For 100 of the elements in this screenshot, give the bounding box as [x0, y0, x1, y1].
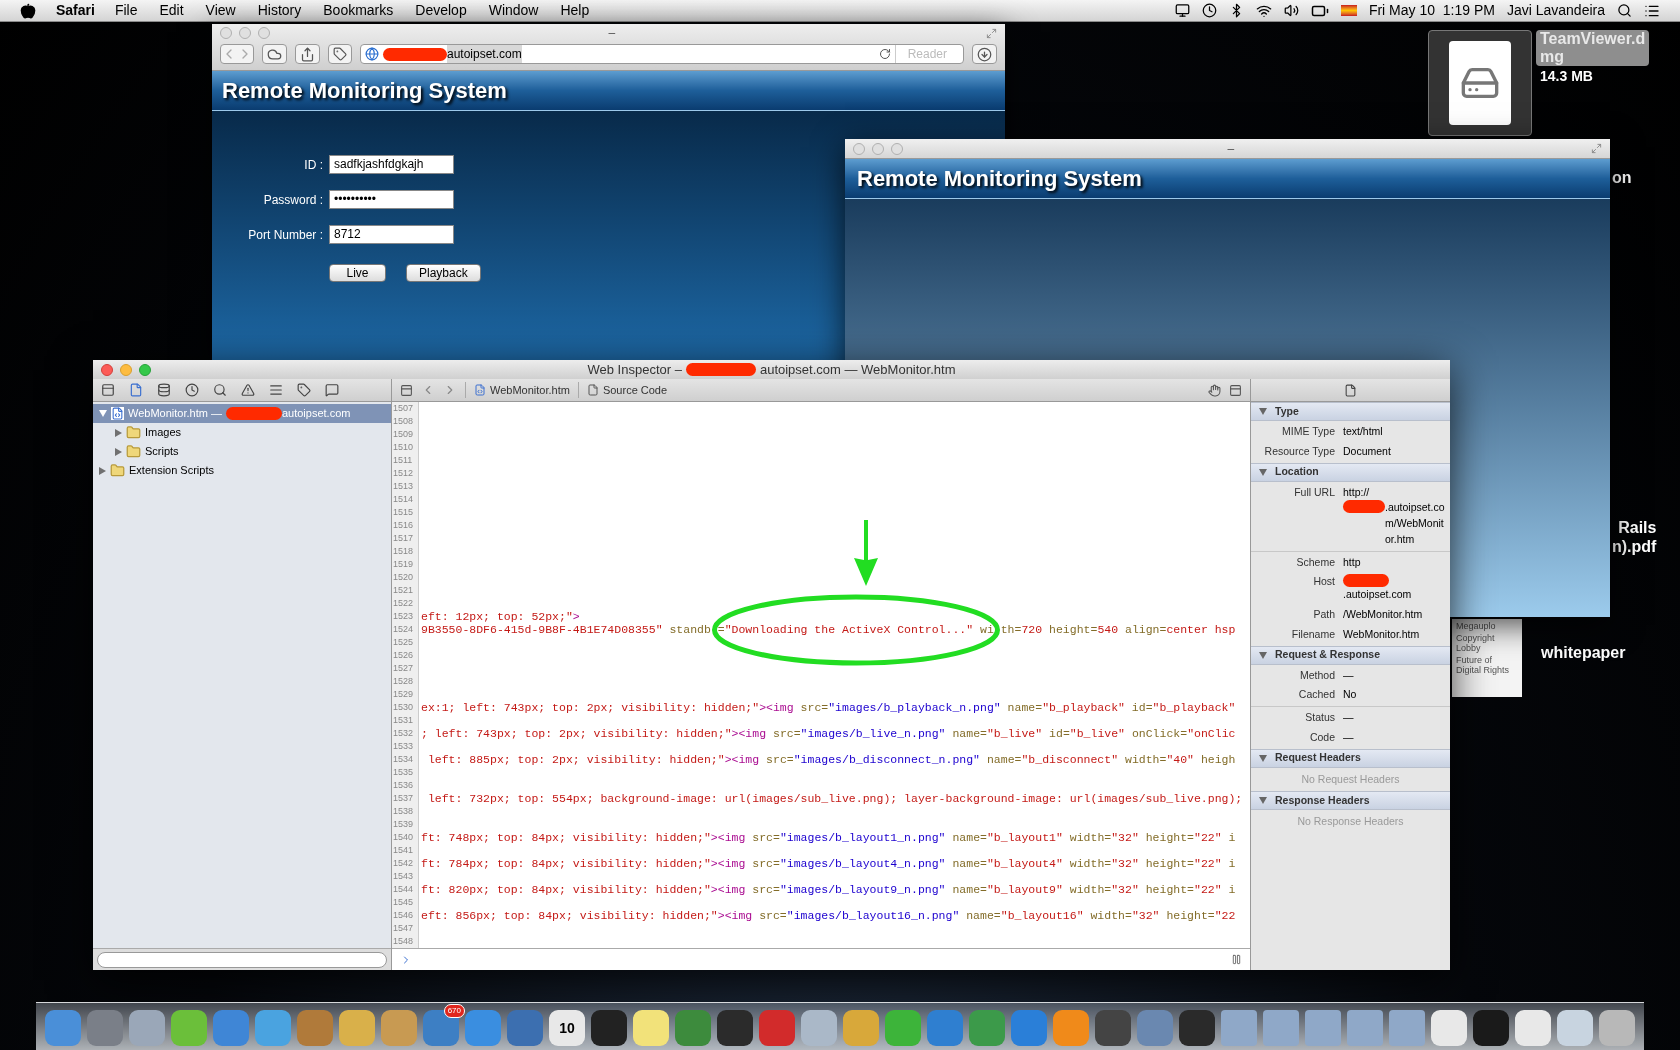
clock-icon[interactable]: [1201, 3, 1217, 18]
dock-app-icon[interactable]: [1473, 1010, 1509, 1046]
section-header[interactable]: Location: [1251, 462, 1450, 482]
dock-app-icon[interactable]: [1557, 1010, 1593, 1046]
dock-app-icon[interactable]: [1095, 1010, 1131, 1046]
section-header[interactable]: Request & Response: [1251, 645, 1450, 665]
disclosure-triangle-icon[interactable]: [1259, 408, 1267, 415]
breadcrumb-item[interactable]: Source Code: [602, 381, 668, 399]
tree-item[interactable]: Scripts: [93, 442, 391, 461]
volume-icon[interactable]: [1283, 3, 1299, 18]
disclosure-triangle-icon[interactable]: [1259, 797, 1267, 805]
code-line: ft: 748px; top: 84px; visibility: hidden;"><img src="images/b_layout1_n.png" name="b_layout1" width="32" height="22" i: [420, 831, 1236, 844]
dock-app-icon[interactable]: [1431, 1010, 1467, 1046]
line-number: 1535: [392, 766, 419, 779]
apple-menu-icon[interactable]: [20, 2, 36, 19]
tag-icon[interactable]: [333, 47, 347, 61]
hand-icon[interactable]: [1208, 383, 1221, 397]
file-name-label[interactable]: Rails n).pdf: [1612, 518, 1657, 556]
dock-app-icon[interactable]: 10: [549, 1010, 585, 1046]
dock-app-icon[interactable]: [339, 1010, 375, 1046]
section-header[interactable]: Request Headers: [1251, 748, 1450, 768]
line-number: 1509: [392, 428, 419, 441]
warning-icon[interactable]: [241, 383, 255, 397]
address-field[interactable]: autoipset.com Reader: [360, 44, 964, 64]
line-number: 1528: [392, 675, 419, 688]
reload-icon[interactable]: [878, 48, 891, 60]
disclosure-triangle-icon[interactable]: [1259, 468, 1267, 476]
code-line: left: 732px; top: 554px; background-image: url(images/sub_live.png); layer-background-image: url(images/sub_live.png);: [426, 792, 1243, 805]
dock-app-icon[interactable]: [591, 1010, 627, 1046]
line-number: 1541: [392, 844, 419, 857]
window-title: Web Inspector –: [587, 360, 682, 379]
dock-app-icon[interactable]: [1515, 1010, 1551, 1046]
line-number: 1538: [392, 805, 419, 818]
tree-item[interactable]: Extension Scripts: [93, 461, 391, 480]
disclosure-triangle-icon[interactable]: [1259, 651, 1267, 659]
line-number: 1507: [392, 402, 419, 415]
folder-icon: [126, 425, 141, 440]
document-thumbnail[interactable]: Megauplo Copyright Lobby Future of Digital Rights: [1452, 619, 1522, 697]
notification-badge: 670: [443, 1004, 465, 1018]
line-number: 1522: [392, 597, 419, 610]
file-icon[interactable]: [1344, 383, 1357, 397]
dock-app-icon[interactable]: [633, 1010, 669, 1046]
menu-item[interactable]: Bookmarks: [323, 0, 394, 21]
text-field[interactable]: ••••••••••: [329, 190, 454, 209]
tree-item[interactable]: Images: [93, 423, 391, 442]
menu-item[interactable]: Develop: [415, 0, 467, 21]
section-header[interactable]: Response Headers: [1251, 791, 1450, 811]
panel-icon[interactable]: [1229, 383, 1242, 397]
breadcrumb-item[interactable]: WebMonitor.htm: [490, 381, 570, 399]
download-icon[interactable]: [977, 46, 992, 62]
zoom-button[interactable]: [139, 363, 151, 376]
file-icon[interactable]: [129, 383, 143, 397]
database-icon[interactable]: [157, 383, 171, 397]
line-number: 1539: [392, 818, 419, 831]
user-name[interactable]: Javi Lavandeira: [1506, 0, 1605, 21]
line-number: 1510: [392, 441, 419, 454]
property-value: —: [1343, 729, 1354, 745]
panel-icon[interactable]: [400, 383, 413, 397]
dock-app-icon[interactable]: [1179, 1010, 1215, 1046]
form-button[interactable]: Live: [329, 264, 386, 282]
folder-icon: [110, 463, 125, 478]
flag-icon[interactable]: [1340, 5, 1357, 16]
close-button[interactable]: [101, 363, 113, 376]
panel-icon[interactable]: [101, 383, 115, 397]
disclosure-triangle-icon[interactable]: [1259, 754, 1267, 762]
property-value: .autoipset.com/WebMonitor.htm: [1385, 500, 1446, 547]
share-icon[interactable]: [300, 46, 315, 62]
line-number: 1529: [392, 688, 419, 701]
display-icon[interactable]: [1174, 3, 1190, 18]
menu-item[interactable]: File: [114, 0, 138, 21]
text-field[interactable]: sadfkjashfdgkajh: [329, 155, 454, 174]
disk-image-icon[interactable]: [1428, 30, 1532, 136]
property-value: WebMonitor.htm: [1343, 626, 1420, 642]
fullscreen-icon[interactable]: [1591, 143, 1602, 154]
menu-item[interactable]: History: [257, 0, 302, 21]
clock-icon[interactable]: [185, 383, 199, 397]
line-number: 1534: [392, 753, 419, 766]
section-header[interactable]: Type: [1251, 402, 1450, 421]
file-name-label[interactable]: on: [1612, 168, 1632, 187]
property-value: No: [1343, 687, 1357, 703]
menu-clock[interactable]: Fri May 10 1:19 PM: [1368, 0, 1495, 21]
fullscreen-icon[interactable]: [986, 27, 997, 39]
menu-item[interactable]: Help: [560, 0, 590, 21]
line-number: 1520: [392, 571, 419, 584]
speech-bubble-icon[interactable]: [325, 383, 339, 397]
text-field[interactable]: 8712: [329, 225, 454, 244]
form-button[interactable]: Playback: [406, 264, 481, 282]
menu-item[interactable]: Safari: [56, 0, 95, 21]
dock-app-icon[interactable]: [717, 1010, 753, 1046]
menu-item[interactable]: Window: [488, 0, 539, 21]
filter-field[interactable]: [97, 951, 387, 968]
cloud-icon[interactable]: [267, 46, 282, 62]
file-name-label[interactable]: whitepaper: [1541, 643, 1626, 662]
tag-icon[interactable]: [297, 383, 311, 397]
line-number: 1519: [392, 558, 419, 571]
search-icon[interactable]: [1617, 3, 1632, 18]
menu-item[interactable]: View: [205, 0, 236, 21]
pause-icon[interactable]: [1231, 954, 1242, 965]
dock-app-icon[interactable]: [1599, 1010, 1635, 1046]
menu-item[interactable]: Edit: [159, 0, 184, 21]
